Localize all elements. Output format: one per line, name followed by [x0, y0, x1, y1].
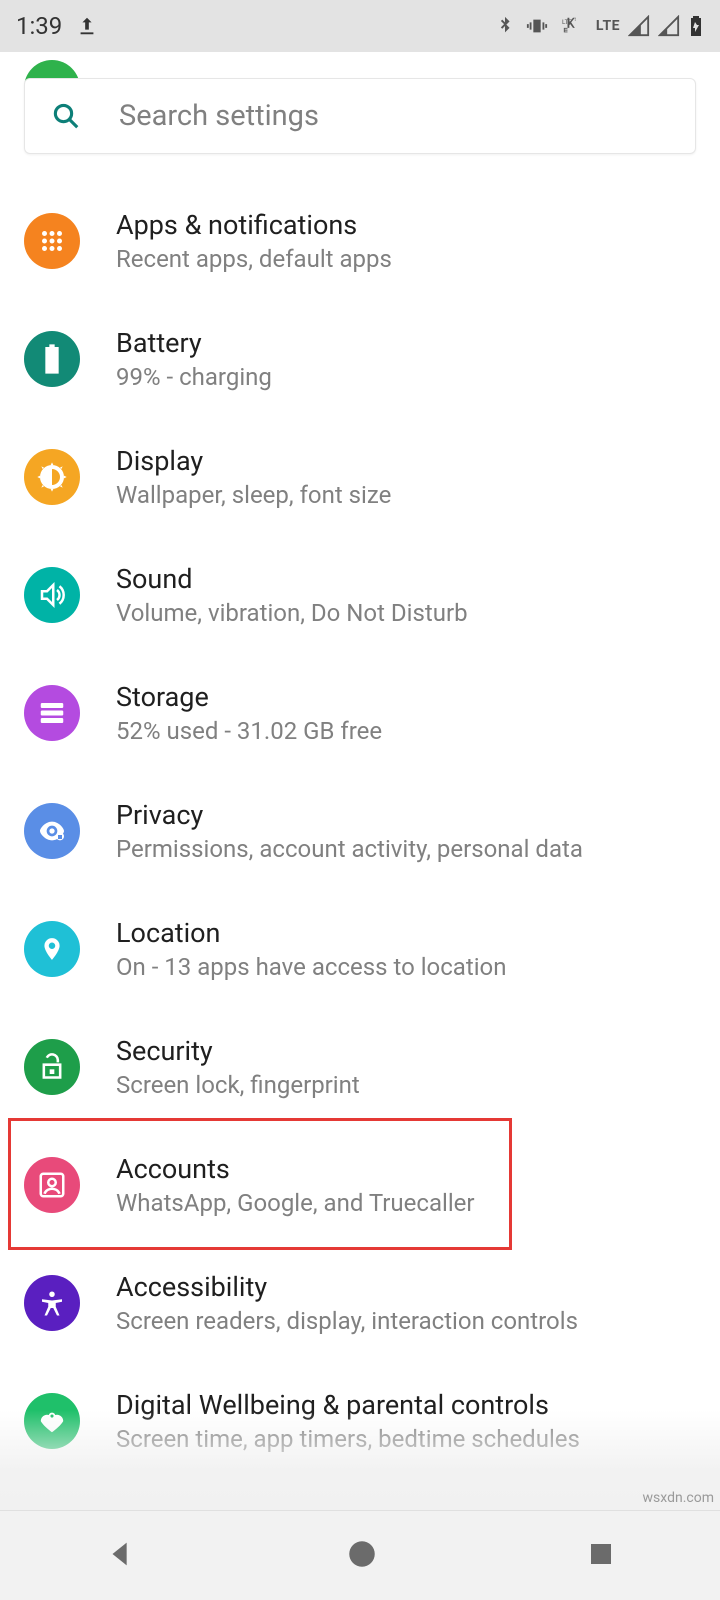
settings-item-title: Privacy — [116, 799, 583, 831]
settings-item-subtitle: Volume, vibration, Do Not Disturb — [116, 599, 468, 627]
settings-item-subtitle: 52% used - 31.02 GB free — [116, 717, 382, 745]
svg-text:LTE: LTE — [562, 18, 572, 26]
wellbeing-icon — [24, 1393, 80, 1449]
status-time: 1:39 — [16, 12, 62, 40]
status-bar: 1:39 LTE LTE — [0, 0, 720, 52]
battery-icon — [688, 14, 704, 38]
settings-item-title: Battery — [116, 327, 272, 359]
settings-item-text: Privacy Permissions, account activity, pe… — [116, 799, 583, 863]
lte-label: LTE — [596, 18, 620, 34]
settings-item-title: Accessibility — [116, 1271, 578, 1303]
bluetooth-icon — [494, 14, 516, 38]
settings-item-title: Apps & notifications — [116, 209, 392, 241]
navigation-bar — [0, 1510, 720, 1600]
settings-item-text: Digital Wellbeing & parental controls Scr… — [116, 1389, 580, 1453]
search-placeholder: Search settings — [119, 99, 319, 133]
security-icon — [24, 1039, 80, 1095]
settings-item-google[interactable]: GoogleServices & preferences — [0, 1480, 720, 1510]
settings-item-title: Digital Wellbeing & parental controls — [116, 1389, 580, 1421]
search-icon — [51, 101, 81, 131]
settings-item-text: Accessibility Screen readers, display, in… — [116, 1271, 578, 1335]
settings-item-display[interactable]: Display Wallpaper, sleep, font size — [0, 418, 720, 536]
settings-item-subtitle: Recent apps, default apps — [116, 245, 392, 273]
signal-icon-2 — [658, 15, 680, 37]
storage-icon — [24, 685, 80, 741]
signal-icon-1 — [628, 15, 650, 37]
settings-item-text: Battery 99% - charging — [116, 327, 272, 391]
settings-item-title: Security — [116, 1035, 360, 1067]
settings-item-text: Location On - 13 apps have access to loca… — [116, 917, 507, 981]
settings-item-location[interactable]: Location On - 13 apps have access to loca… — [0, 890, 720, 1008]
accessibility-icon — [24, 1275, 80, 1331]
settings-item-subtitle: Screen lock, fingerprint — [116, 1071, 360, 1099]
apps-icon — [24, 213, 80, 269]
nav-back-button[interactable] — [104, 1537, 138, 1575]
display-icon — [24, 449, 80, 505]
settings-item-text: Storage 52% used - 31.02 GB free — [116, 681, 382, 745]
upload-icon — [76, 15, 98, 37]
settings-item-wellbeing[interactable]: Digital Wellbeing & parental controls Scr… — [0, 1362, 720, 1480]
location-icon — [24, 921, 80, 977]
settings-item-subtitle: WhatsApp, Google, and Truecaller — [116, 1189, 475, 1217]
nav-home-button[interactable] — [345, 1537, 379, 1575]
settings-item-subtitle: Screen time, app timers, bedtime schedul… — [116, 1425, 580, 1453]
vibrate-icon — [524, 15, 550, 37]
settings-item-subtitle: 99% - charging — [116, 363, 272, 391]
settings-item-subtitle: On - 13 apps have access to location — [116, 953, 507, 981]
settings-item-security[interactable]: Security Screen lock, fingerprint — [0, 1008, 720, 1126]
settings-item-text: Sound Volume, vibration, Do Not Disturb — [116, 563, 468, 627]
accounts-icon — [24, 1157, 80, 1213]
settings-item-title: Accounts — [116, 1153, 475, 1185]
status-right: LTE LTE — [494, 14, 704, 38]
settings-item-sound[interactable]: Sound Volume, vibration, Do Not Disturb — [0, 536, 720, 654]
settings-item-subtitle: Screen readers, display, interaction con… — [116, 1307, 578, 1335]
settings-item-storage[interactable]: Storage 52% used - 31.02 GB free — [0, 654, 720, 772]
sound-icon — [24, 567, 80, 623]
settings-item-title: Storage — [116, 681, 382, 713]
settings-item-title: Location — [116, 917, 507, 949]
watermark: wsxdn.com — [643, 1490, 714, 1506]
settings-item-battery[interactable]: Battery 99% - charging — [0, 300, 720, 418]
settings-item-text: Security Screen lock, fingerprint — [116, 1035, 360, 1099]
settings-item-title: Sound — [116, 563, 468, 595]
search-settings[interactable]: Search settings — [24, 78, 696, 154]
settings-item-text: Accounts WhatsApp, Google, and Truecaller — [116, 1153, 475, 1217]
volte-icon: LTE — [558, 15, 588, 37]
settings-item-accessibility[interactable]: Accessibility Screen readers, display, in… — [0, 1244, 720, 1362]
privacy-icon — [24, 803, 80, 859]
settings-item-text: Apps & notifications Recent apps, default… — [116, 209, 392, 273]
settings-item-accounts[interactable]: Accounts WhatsApp, Google, and Truecaller — [0, 1126, 720, 1244]
status-left: 1:39 — [16, 12, 98, 40]
nav-recent-button[interactable] — [586, 1539, 616, 1573]
settings-item-subtitle: Wallpaper, sleep, font size — [116, 481, 391, 509]
settings-item-subtitle: Permissions, account activity, personal … — [116, 835, 583, 863]
settings-item-title: Display — [116, 445, 391, 477]
settings-item-privacy[interactable]: Privacy Permissions, account activity, pe… — [0, 772, 720, 890]
settings-item-text: Display Wallpaper, sleep, font size — [116, 445, 391, 509]
battery-icon — [24, 331, 80, 387]
settings-list: Apps & notifications Recent apps, default… — [0, 52, 720, 1510]
settings-item-apps[interactable]: Apps & notifications Recent apps, default… — [0, 182, 720, 300]
